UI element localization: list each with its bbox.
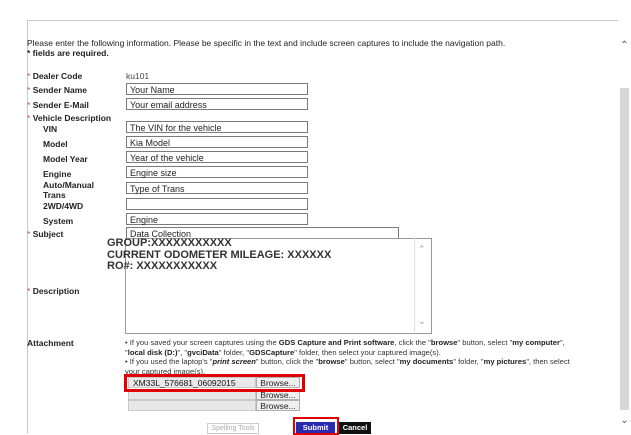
cancel-button[interactable]: Cancel — [339, 422, 371, 434]
required-note-text: * fields are required. — [27, 48, 109, 58]
vin-label: VIN — [43, 124, 58, 134]
spelling-tools-button[interactable]: Spelling Tools — [207, 423, 259, 434]
attachment-instructions: • If you saved your screen captures usin… — [125, 338, 570, 376]
drive-input[interactable] — [126, 198, 308, 210]
model-year-label: Model Year — [43, 154, 88, 164]
description-label: * Description — [27, 286, 80, 296]
sender-email-input[interactable]: Your email address — [126, 98, 308, 110]
page-scroll-down-icon[interactable]: ⌄ — [619, 415, 630, 427]
description-scrollbar[interactable]: ⌃ ⌄ — [414, 238, 430, 332]
description-text: GROUP:XXXXXXXXXXX CURRENT ODOMETER MILEA… — [107, 237, 332, 272]
browse-button-3[interactable]: Browse... — [256, 400, 300, 411]
trans-input[interactable]: Type of Trans — [126, 182, 308, 194]
required-note: * fields are required. — [27, 48, 109, 58]
model-input[interactable]: Kia Model — [126, 136, 308, 148]
dealer-code-value: ku101 — [126, 71, 150, 81]
file-highlight-box — [124, 374, 305, 392]
engine-label: Engine — [43, 169, 72, 179]
vin-input[interactable]: The VIN for the vehicle — [126, 121, 308, 133]
model-label: Model — [43, 139, 68, 149]
file-row-3: Browse... — [128, 400, 300, 411]
model-year-input[interactable]: Year of the vehicle — [126, 151, 308, 163]
scroll-up-icon[interactable]: ⌃ — [418, 244, 426, 255]
dealer-code-label: * Dealer Code — [27, 71, 83, 81]
submit-highlight-box — [293, 417, 339, 435]
engine-input[interactable]: Engine size — [126, 166, 308, 178]
trans-label: Auto/Manual Trans — [43, 180, 94, 200]
file-input-3[interactable] — [128, 400, 256, 411]
scroll-down-icon[interactable]: ⌄ — [418, 316, 426, 327]
page-scrollbar[interactable]: ⌃ ⌄ — [618, 20, 631, 433]
sender-name-input[interactable]: Your Name — [126, 83, 308, 95]
vehicle-description-label: * Vehicle Description — [27, 113, 112, 123]
system-input[interactable]: Engine — [126, 213, 308, 225]
page-scroll-thumb[interactable] — [620, 88, 629, 410]
sender-name-label: * Sender Name — [27, 85, 88, 95]
system-label: System — [43, 216, 74, 226]
drive-label: 2WD/4WD — [43, 201, 84, 211]
attachment-label: Attachment — [27, 338, 74, 348]
subject-label: * Subject — [27, 229, 64, 239]
page-scroll-up-icon[interactable]: ⌃ — [619, 40, 630, 52]
window-top — [0, 0, 631, 20]
sender-email-label: * Sender E-Mail — [27, 100, 89, 110]
intro-text: Please enter the following information. … — [27, 38, 506, 48]
